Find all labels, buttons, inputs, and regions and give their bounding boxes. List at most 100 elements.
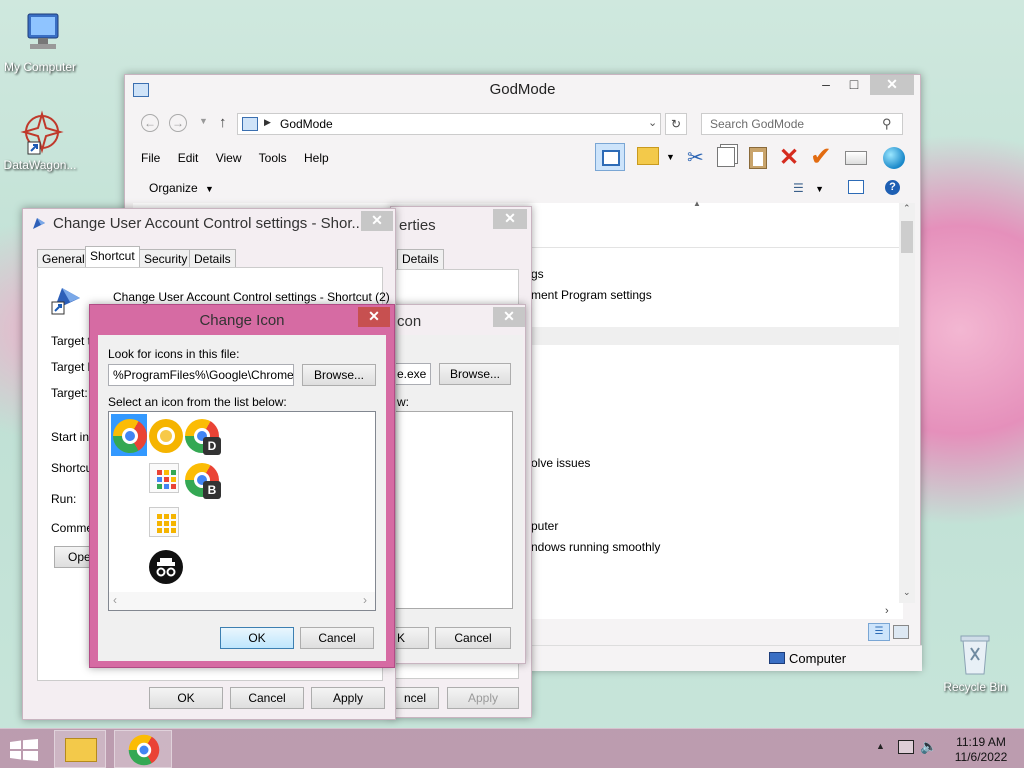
godmode-icon xyxy=(242,117,258,131)
select-icon-label: Select an icon from the list below: xyxy=(108,395,287,409)
forward-button[interactable]: → xyxy=(169,114,187,132)
icon-file-path-input[interactable]: %ProgramFiles%\Google\Chrome\Ap xyxy=(108,364,294,386)
desktop-icon-my-computer[interactable]: My Computer xyxy=(0,10,80,74)
chevron-right-icon: ▶ xyxy=(264,117,271,127)
tab-strip: General Shortcut Security Details xyxy=(37,246,387,270)
scroll-up-icon[interactable]: ⌃ xyxy=(903,203,911,214)
uac-shield-icon xyxy=(31,215,47,231)
desktop-icon-datawagon[interactable]: DataWagon... xyxy=(0,108,80,172)
content-item[interactable]: gs xyxy=(531,267,544,281)
apply-button[interactable]: Apply xyxy=(311,687,385,709)
app-launcher-icon[interactable] xyxy=(149,463,179,493)
cancel-button[interactable]: Cancel xyxy=(435,627,511,649)
properties-icon[interactable] xyxy=(845,151,867,165)
chrome-canary-icon[interactable] xyxy=(149,419,183,453)
icon-file-path-input[interactable]: e.exe xyxy=(391,363,431,385)
datawagon-icon xyxy=(16,108,64,156)
network-icon[interactable] xyxy=(898,740,914,754)
folder-check-icon[interactable] xyxy=(637,147,659,165)
ok-button[interactable]: OK xyxy=(220,627,294,649)
menu-help[interactable]: Help xyxy=(304,151,329,165)
address-text: GodMode xyxy=(280,117,333,131)
browse-button[interactable]: Browse... xyxy=(302,364,376,386)
chevron-down-icon[interactable]: ▼ xyxy=(666,152,675,162)
label-target: Target: xyxy=(51,386,88,400)
copy-icon[interactable] xyxy=(717,147,735,167)
scroll-down-icon[interactable]: ⌄ xyxy=(903,587,911,598)
search-box[interactable]: Search GodMode ⚲ xyxy=(701,113,903,135)
check-icon[interactable]: ✔ xyxy=(810,141,832,172)
globe-icon[interactable] xyxy=(883,147,905,169)
delete-icon[interactable]: ✕ xyxy=(779,143,799,172)
content-item[interactable]: olve issues xyxy=(531,456,590,470)
close-button[interactable]: ✕ xyxy=(493,209,527,229)
cancel-button[interactable]: Cancel xyxy=(230,687,304,709)
close-button[interactable]: ✕ xyxy=(358,307,390,327)
desktop-icon-recycle-bin[interactable]: Recycle Bin xyxy=(935,630,1015,694)
chevron-down-icon: ▼ xyxy=(205,184,214,194)
menu-tools[interactable]: Tools xyxy=(259,151,287,165)
start-button[interactable] xyxy=(10,739,38,761)
recycle-bin-icon xyxy=(951,630,999,678)
organize-label: Organize xyxy=(149,181,198,195)
app-launcher-gold-icon[interactable] xyxy=(149,507,179,537)
tab-details[interactable]: Details xyxy=(189,249,236,269)
taskbar-file-explorer[interactable] xyxy=(54,730,106,768)
help-icon[interactable]: ? xyxy=(885,180,900,195)
content-item[interactable]: ment Program settings xyxy=(531,288,652,302)
minimize-button[interactable]: – xyxy=(813,75,839,95)
view-options-icon[interactable]: ☰ ▼ xyxy=(793,181,824,195)
collapse-chevron-icon[interactable]: ▲ xyxy=(693,199,701,208)
tab-details[interactable]: Details xyxy=(397,249,444,269)
scroll-left-icon[interactable]: ‹ xyxy=(113,593,117,607)
tab-general[interactable]: General xyxy=(37,249,90,269)
taskbar-chrome[interactable] xyxy=(114,730,172,768)
tab-security[interactable]: Security xyxy=(139,249,193,269)
preview-pane-button[interactable] xyxy=(595,143,625,171)
up-arrow-icon[interactable]: ↑ xyxy=(219,114,227,131)
apply-button[interactable]: Apply xyxy=(447,687,519,709)
show-hidden-icons[interactable]: ▲ xyxy=(876,741,885,751)
large-icons-button[interactable] xyxy=(893,625,909,639)
horizontal-scrollbar[interactable]: ‹ › xyxy=(109,592,375,610)
browse-button[interactable]: Browse... xyxy=(439,363,511,385)
chrome-dev-icon[interactable]: D xyxy=(185,419,221,455)
incognito-icon[interactable] xyxy=(149,550,183,584)
chrome-beta-icon[interactable]: B xyxy=(185,463,221,499)
address-bar[interactable]: ▶ GodMode ⌄ xyxy=(237,113,661,135)
badge-b: B xyxy=(203,481,221,499)
ok-button[interactable]: K xyxy=(391,627,429,649)
scroll-thumb[interactable] xyxy=(901,221,913,253)
ok-button[interactable]: OK xyxy=(149,687,223,709)
cancel-button[interactable]: ncel xyxy=(391,687,439,709)
clock[interactable]: 11:19 AM 11/6/2022 xyxy=(946,735,1016,765)
cancel-button[interactable]: Cancel xyxy=(300,627,374,649)
vertical-scrollbar[interactable]: ⌃ ⌄ xyxy=(899,203,915,603)
content-item[interactable]: puter xyxy=(531,519,558,533)
organize-button[interactable]: Organize ▼ xyxy=(149,181,214,195)
close-button[interactable]: ✕ xyxy=(870,75,914,95)
back-button[interactable]: ← xyxy=(141,114,159,132)
paste-icon[interactable] xyxy=(749,147,767,169)
details-view-button[interactable]: ☰ xyxy=(868,623,890,641)
close-button[interactable]: ✕ xyxy=(493,307,525,327)
chrome-icon[interactable] xyxy=(113,419,147,453)
menu-view[interactable]: View xyxy=(216,151,242,165)
chevron-down-icon[interactable]: ⌄ xyxy=(648,116,657,129)
preview-pane-icon[interactable] xyxy=(848,180,864,194)
scroll-right-icon[interactable]: › xyxy=(885,605,889,617)
behind-change-icon-dialog: con ✕ e.exe Browse... w: K Cancel xyxy=(390,304,526,664)
content-item[interactable]: ndows running smoothly xyxy=(531,540,660,554)
close-button[interactable]: ✕ xyxy=(361,211,393,231)
recent-dropdown-icon[interactable]: ▼ xyxy=(199,116,208,126)
cut-icon[interactable]: ✂ xyxy=(687,145,704,170)
icon-list: D B ‹ › xyxy=(108,411,376,611)
badge-d: D xyxy=(203,437,221,455)
volume-icon[interactable]: 🔈 xyxy=(920,738,937,755)
refresh-button[interactable]: ↻ xyxy=(665,113,687,135)
scroll-right-icon[interactable]: › xyxy=(363,593,367,607)
maximize-button[interactable]: □ xyxy=(841,75,867,95)
menu-file[interactable]: File xyxy=(141,151,160,165)
taskbar: ▲ 🔈 11:19 AM 11/6/2022 xyxy=(0,728,1024,768)
menu-edit[interactable]: Edit xyxy=(178,151,199,165)
